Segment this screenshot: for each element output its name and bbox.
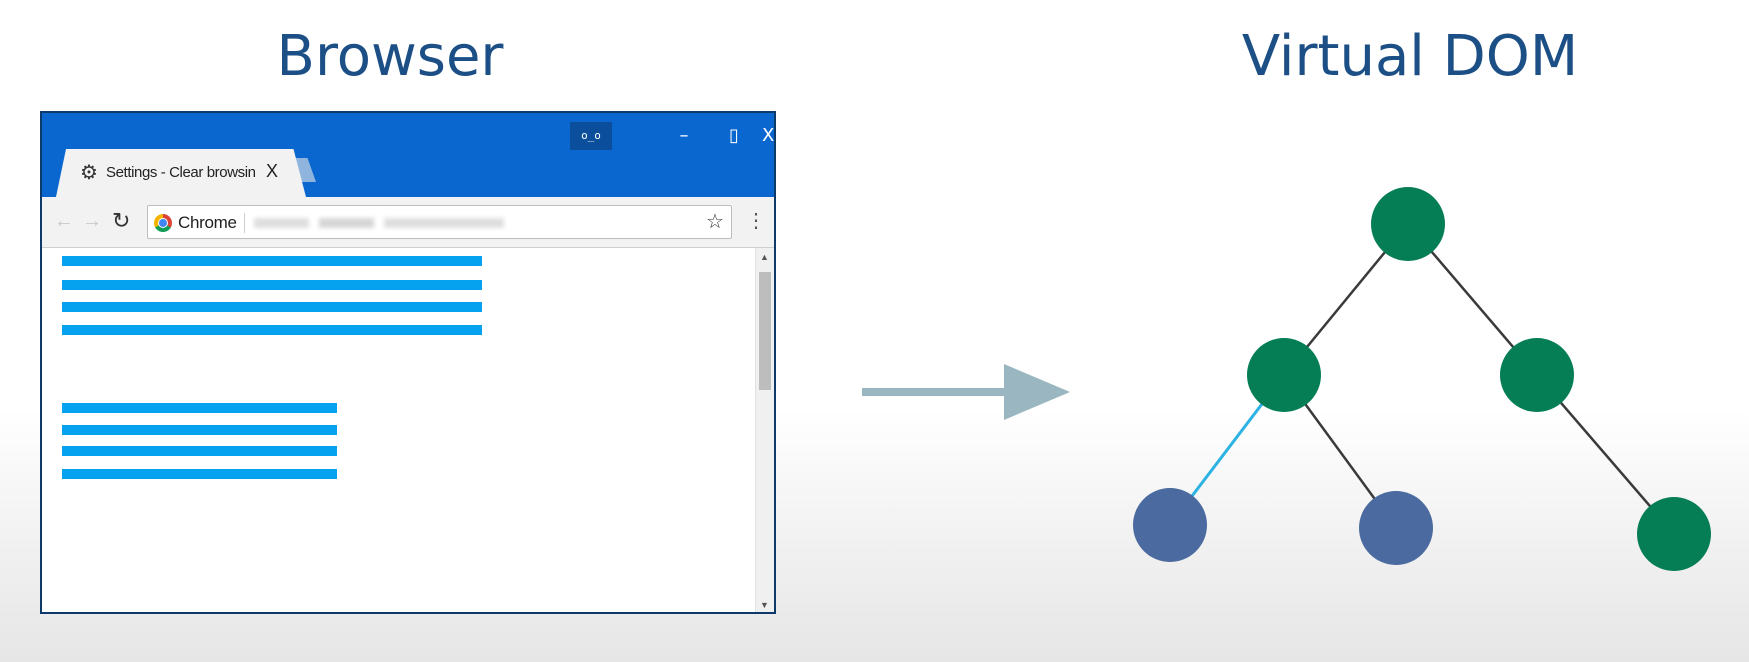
tree-node xyxy=(1247,338,1321,412)
tree-changed-node xyxy=(1133,488,1207,562)
tree-root-node xyxy=(1371,187,1445,261)
tree-node xyxy=(1637,497,1711,571)
tree-node xyxy=(1500,338,1574,412)
tree-changed-node xyxy=(1359,491,1433,565)
virtual-dom-tree xyxy=(1133,187,1711,571)
